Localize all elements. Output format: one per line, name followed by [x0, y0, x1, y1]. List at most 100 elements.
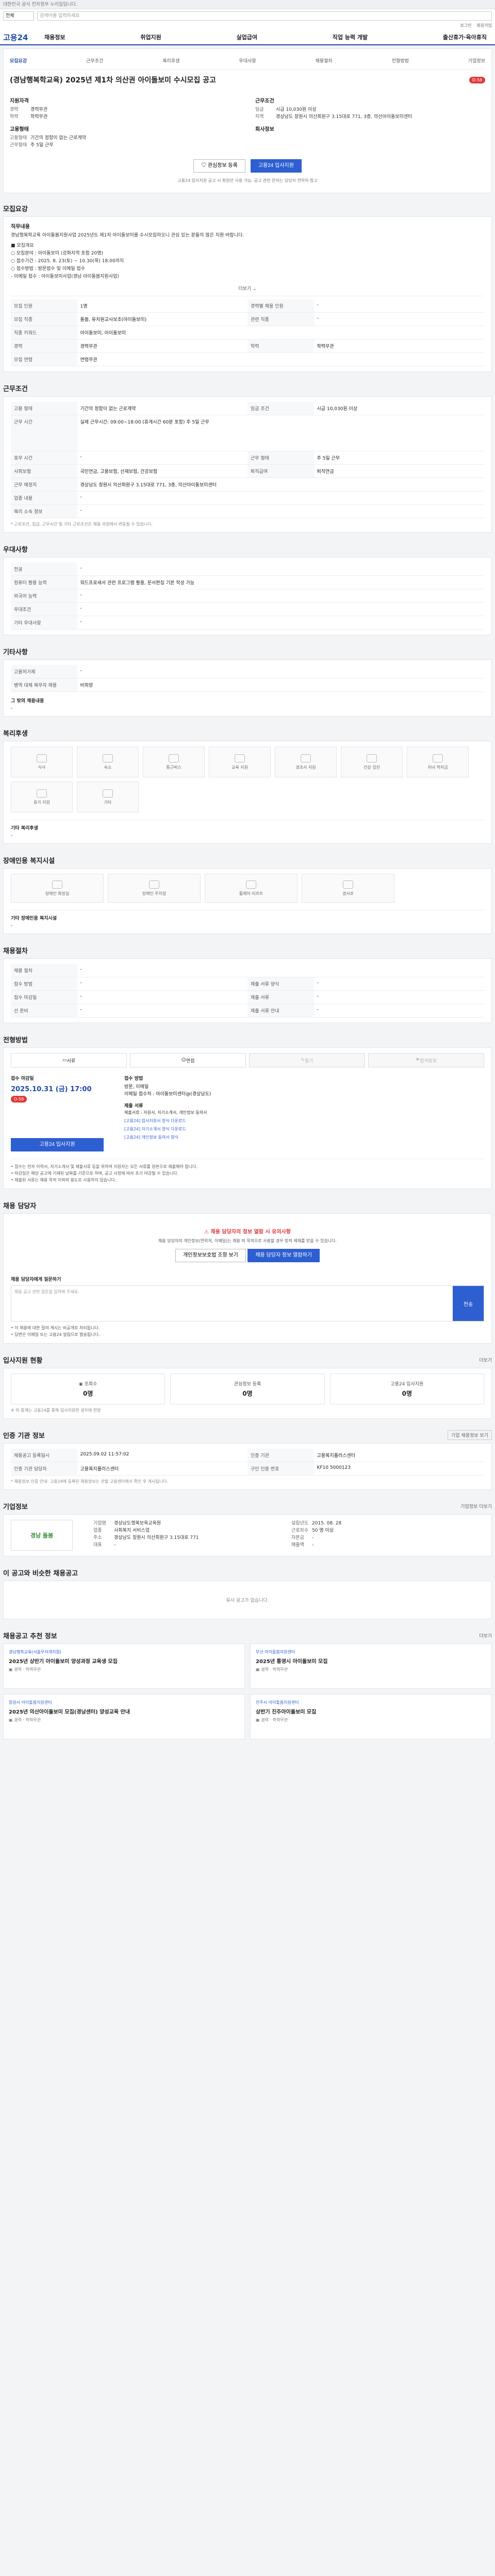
tab-prefer[interactable]: 우대사항 — [239, 57, 256, 64]
facility-label: 장애인 주차장 — [142, 891, 167, 896]
company-more-link[interactable]: 기업정보 더보기 — [460, 1503, 492, 1510]
welfare-label: 자녀 학자금 — [427, 765, 448, 770]
step-label: 합격발표 — [419, 1058, 437, 1064]
cell-key: 우대조건 — [11, 602, 77, 616]
eye-icon: ◉ — [78, 1382, 85, 1387]
question-textarea[interactable]: 채용 공고 관련 질문을 입력해 주세요. — [11, 1286, 453, 1321]
cell-value: 돌봄, 유치원교사보조(아이돌보미) — [77, 312, 248, 326]
table-row: 근무 시간 실제 근무시간: 09:00~18:00 (휴게시간 60분 포함) … — [11, 415, 484, 451]
tab-company[interactable]: 기업정보 — [468, 57, 485, 64]
cell-key: 직종 키워드 — [11, 326, 77, 340]
stats-row: ◉ 조회수 0명 관심정보 등록 0명 고용24 입사지원 0명 — [11, 1374, 484, 1404]
search-scope-select[interactable]: 전체 — [3, 11, 34, 21]
rec-meta-1: 경력 — [14, 1718, 22, 1722]
search-row: 전체 검색어를 입력하세요 — [0, 9, 495, 23]
question-send-button[interactable]: 전송 — [453, 1286, 484, 1321]
briefcase-icon: ▣ — [256, 1718, 261, 1722]
step-label: 면접 — [186, 1058, 195, 1064]
view-contact-button[interactable]: 채용 담당자 정보 열람하기 — [248, 1249, 320, 1262]
tab-recruit[interactable]: 모집요강 — [10, 57, 27, 64]
work-footnote: * 근로조건, 임금, 근무시간 및 기타 근로조건은 채용 과정에서 변동될 … — [11, 522, 153, 527]
table-row: 업종 내용 - — [11, 491, 484, 505]
cell-value: 아이돌보미, 아이돌보미 — [77, 326, 484, 340]
cell-value: - — [77, 665, 484, 679]
menu-jobs[interactable]: 채용정보 — [44, 33, 65, 41]
stats-more-link[interactable]: 더보기 — [479, 1357, 492, 1363]
tab-method[interactable]: 전형방법 — [392, 57, 409, 64]
site-logo[interactable]: 고용24 — [3, 32, 44, 43]
method-apply-button[interactable]: 고용24 입사지원 — [11, 1138, 104, 1151]
company-jobs-button[interactable]: 기업 채용정보 보기 — [448, 1430, 492, 1440]
table-row: 접수 방법 - 제출 서류 양식 - — [11, 977, 484, 991]
cell-key: 학력 — [247, 339, 314, 353]
dday-badge: D-58 — [469, 76, 485, 83]
briefcase-icon: ▣ — [256, 1667, 261, 1672]
cell-value: - — [312, 1535, 314, 1540]
privacy-law-button[interactable]: 개인정보보호법 조항 보기 — [175, 1249, 246, 1262]
recommend-more-link[interactable]: 더보기 — [479, 1632, 492, 1639]
stats-head: 입사지원 현황 더보기 — [0, 1348, 495, 1368]
welfare-item: 경조사 지원 — [275, 747, 337, 777]
cell-key: 근무 예정지 — [11, 478, 77, 492]
login-link[interactable]: 로그인 — [460, 23, 471, 30]
docs-download-link[interactable]: [고용24] 자기소개서 양식 다운로드 — [124, 1125, 484, 1133]
more-toggle[interactable]: 더보기 ⌄ — [11, 281, 484, 296]
rec-company: 부산 아이돌봄지원센터 — [256, 1650, 295, 1654]
table-row: 기타 우대사항 - — [11, 616, 484, 630]
recruit-section: 직무내용 경남행복학교육 아이돌봄지원사업 2025년도 제1차 아이돌보미를 … — [3, 216, 492, 372]
cell-key: 제출 서류 양식 — [247, 977, 314, 991]
cell-key: 구인 인증 번호 — [247, 1462, 314, 1476]
docs-download-link[interactable]: [고용24] 입사지원서 양식 다운로드 — [124, 1117, 484, 1125]
more-label: 더보기 — [238, 286, 252, 292]
menu-unemployment-benefit[interactable]: 실업급여 — [236, 33, 257, 41]
recommend-card[interactable]: 창원시 아이돌봄지원센터 2025년 의산아이돌보미 모집(경남센터) 양성교육… — [3, 1694, 245, 1739]
cell-value: - — [77, 602, 484, 616]
cell-key: 기타 우대사항 — [11, 616, 77, 630]
cell-value: 경상남도 창원시 의산회원구 3.15대로 771, 3층, 의산아이돌보미센터 — [77, 478, 484, 492]
welfare-item: 건강 검진 — [341, 747, 403, 777]
tab-process[interactable]: 채용절차 — [316, 57, 333, 64]
company-row: 자본금 - — [291, 1534, 484, 1541]
menu-employment-support[interactable]: 취업지원 — [140, 33, 161, 41]
cell-value: 연령무관 — [77, 352, 484, 366]
recommend-card[interactable]: 부산 아이돌봄지원센터 2025년 통영시 아이돌보미 모집 ▣ 경력 · 학력… — [250, 1643, 492, 1689]
method-note: • 접수는 전자 이력서, 자기소개서 및 제출서류 등을 위하여 지원자는 모… — [11, 1164, 197, 1169]
recommend-card[interactable]: 진주시 아이돌봄지원센터 상반기 진주아이돌보미 모집 ▣ 경력 · 학력무관 — [250, 1694, 492, 1739]
menu-vocational-training[interactable]: 직업 능력 개발 — [333, 33, 368, 41]
table-row: 접수 마감일 - 제출 서류 - — [11, 990, 484, 1004]
docs-heading: 제출 서류 — [124, 1104, 143, 1109]
step-written: ✎ 필기 — [249, 1053, 365, 1067]
tab-work[interactable]: 근무조건 — [86, 57, 103, 64]
rec-title: 2025년 의산아이돌보미 모집(경남센터) 양성교육 안내 — [9, 1709, 130, 1715]
emp-row: 고용형태 기간의 정함이 없는 근로계약 — [10, 134, 240, 142]
work-section: 고용 형태 기간의 정함이 없는 근로계약 임금 조건 시급 10,030원 이상 근… — [3, 396, 492, 533]
docs-download-link[interactable]: [고용24] 개인정보 동의서 양식 — [124, 1133, 484, 1142]
welfare-label: 기타 — [104, 800, 112, 805]
apply-line: 이메일 접수처 : 아이돌보미센터@(경상남도) — [124, 1092, 211, 1097]
briefcase-icon: ▣ — [9, 1667, 14, 1672]
cond-heading: 근무조건 — [255, 98, 274, 104]
company-col-2: 설립년도 2015. 08. 28 근로자수 50 명 이상 자본금 - 매출액 - — [291, 1520, 484, 1551]
recommend-card[interactable]: 경남행복교육(서울무지개지점) 2025년 상반기 아이돌보미 양성과정 교육생… — [3, 1643, 245, 1689]
menu-parental-leave[interactable]: 출산휴가·육아휴직 — [443, 33, 487, 41]
stat-scraps: 관심정보 등록 0명 — [170, 1374, 325, 1404]
cell-key: 자본금 — [291, 1535, 304, 1540]
cell-value: 기간의 정함이 없는 근로계약 — [77, 402, 248, 415]
tab-welfare[interactable]: 복리후생 — [162, 57, 179, 64]
method-heading: 전형방법 — [3, 1037, 28, 1044]
cell-key: 병역 대체 복무자 채용 — [11, 678, 77, 692]
method-notes: • 접수는 전자 이력서, 자기소개서 및 제출서류 등을 위하여 지원자는 모… — [11, 1159, 484, 1183]
rec-title: 2025년 통영시 아이돌보미 모집 — [256, 1659, 328, 1665]
person-icon: ☺ — [181, 1058, 186, 1063]
footer-gap — [0, 1744, 495, 1755]
cell-key: 업종 내용 — [11, 491, 77, 505]
rec-meta: ▣ 경력 · 학력무관 — [9, 1667, 41, 1672]
qual-row: 경력 경력무관 — [10, 106, 240, 113]
search-input[interactable]: 검색어를 입력하세요 — [37, 11, 492, 21]
cell-value: 고용복지플러스센터 — [77, 1462, 248, 1476]
recruit-table: 모집 인원 1명 경력별 채용 인원 - 모집 직종 돌봄, 유치원교사보조(아이돌보미… — [11, 299, 484, 366]
scrap-button[interactable]: ♡ 관심정보 등록 — [193, 159, 245, 173]
apply-button[interactable]: 고용24 입사지원 — [250, 159, 302, 173]
join-link[interactable]: 회원가입 — [477, 23, 492, 30]
cell-value: 국민연금, 고용보험, 산재보험, 건강보험 — [77, 464, 248, 478]
